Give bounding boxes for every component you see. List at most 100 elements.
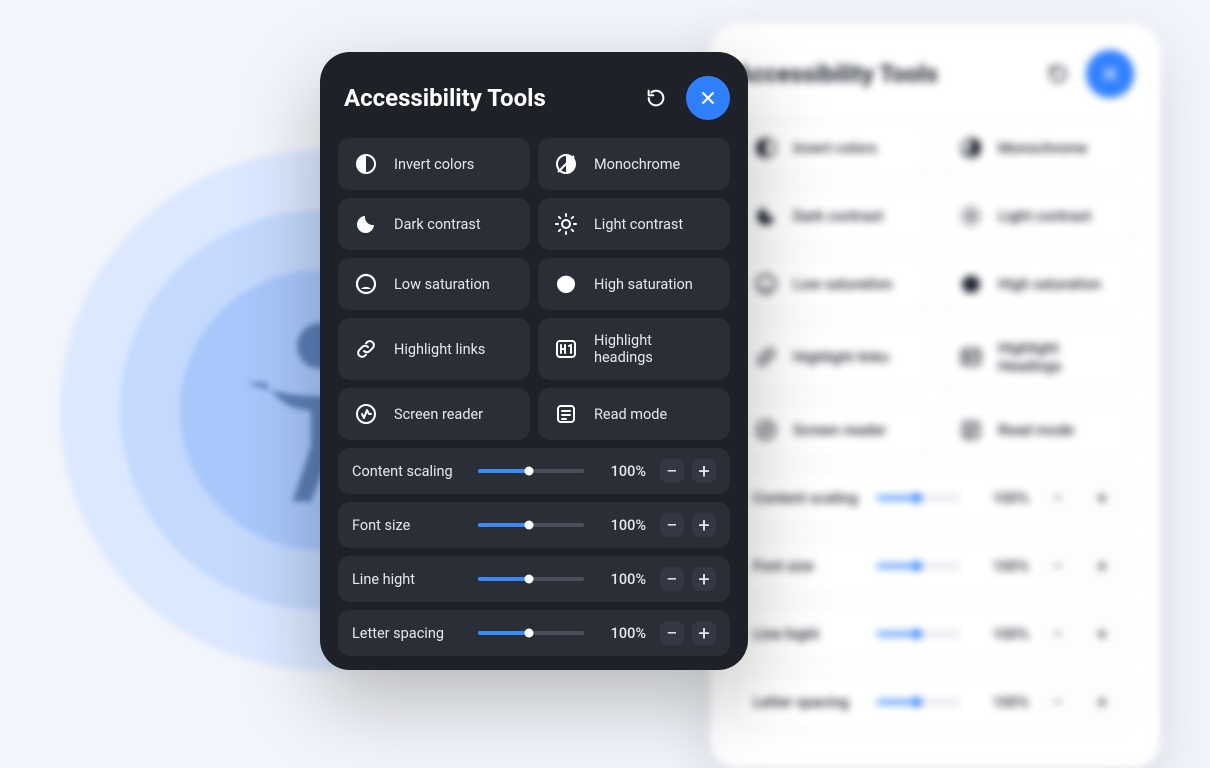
toggle-label: Screen reader	[394, 406, 483, 423]
toggle-light-contrast[interactable]: Light contrast	[538, 198, 730, 250]
toggle-low-saturation[interactable]: Low saturation	[338, 258, 530, 310]
slider-content-scaling: Content scaling100%−+	[338, 448, 730, 494]
increment-button[interactable]: +	[1087, 687, 1117, 717]
slider-thumb[interactable]	[524, 575, 533, 584]
monochrome-icon	[958, 135, 984, 161]
slider-label: Letter spacing	[753, 693, 863, 711]
increment-button[interactable]: +	[692, 567, 716, 591]
slider-label: Line hight	[753, 625, 863, 643]
toggle-label: High saturation	[594, 276, 693, 293]
reset-button[interactable]	[1044, 60, 1072, 88]
slider-letter-spacing: Letter spacing 100%−+	[736, 674, 1134, 730]
toggle-read-mode[interactable]: Read mode	[538, 388, 730, 440]
lightcontrast-icon	[554, 212, 578, 236]
toggle-screen-reader[interactable]: Screen reader	[736, 402, 929, 458]
slider-thumb[interactable]	[524, 521, 533, 530]
readmode-icon	[554, 402, 578, 426]
slider-value: 100%	[974, 625, 1029, 643]
toggle-highlight-headings[interactable]: Highlight Headings	[941, 324, 1134, 390]
slider-value: 100%	[974, 489, 1029, 507]
decrement-button[interactable]: −	[660, 459, 684, 483]
toggle-invert-colors[interactable]: Invert colors	[338, 138, 530, 190]
toggle-light-contrast[interactable]: Light contrast	[941, 188, 1134, 244]
increment-button[interactable]: +	[1087, 619, 1117, 649]
reset-icon	[645, 87, 667, 109]
toggle-label: Screen reader	[793, 421, 886, 439]
slider-value: 100%	[974, 557, 1029, 575]
toggle-highlight-links[interactable]: Highlight links	[736, 324, 929, 390]
reset-button[interactable]	[642, 84, 670, 112]
slider-font-size: Font size 100%−+	[736, 538, 1134, 594]
increment-button[interactable]: +	[692, 459, 716, 483]
toggle-invert-colors[interactable]: Invert colors	[736, 120, 929, 176]
panel-title: Accessibility Tools	[736, 60, 938, 88]
decrement-button[interactable]: −	[660, 567, 684, 591]
toggle-label: Low saturation	[394, 276, 490, 293]
slider-track[interactable]	[478, 631, 584, 635]
toggle-highlight-headings[interactable]: Highlight headings	[538, 318, 730, 380]
slider-track[interactable]	[877, 564, 960, 568]
toggle-high-saturation[interactable]: High saturation	[941, 256, 1134, 312]
slider-thumb[interactable]	[524, 467, 533, 476]
increment-button[interactable]: +	[692, 513, 716, 537]
link-icon	[753, 344, 779, 370]
slider-thumb[interactable]	[912, 629, 922, 639]
toggle-screen-reader[interactable]: Screen reader	[338, 388, 530, 440]
toggle-label: Monochrome	[998, 139, 1087, 157]
toggle-label: Dark contrast	[793, 207, 883, 225]
slider-font-size: Font size100%−+	[338, 502, 730, 548]
slider-thumb[interactable]	[912, 697, 922, 707]
close-button[interactable]	[686, 76, 730, 120]
slider-track[interactable]	[877, 632, 960, 636]
toggle-label: Invert colors	[394, 156, 474, 173]
slider-track[interactable]	[478, 469, 584, 473]
slider-value: 100%	[974, 693, 1029, 711]
slider-track[interactable]	[877, 496, 960, 500]
slider-label: Font size	[352, 517, 464, 534]
toggle-monochrome[interactable]: Monochrome	[941, 120, 1134, 176]
toggle-highlight-links[interactable]: Highlight links	[338, 318, 530, 380]
toggle-dark-contrast[interactable]: Dark contrast	[736, 188, 929, 244]
slider-thumb[interactable]	[912, 493, 922, 503]
increment-button[interactable]: +	[692, 621, 716, 645]
toggle-monochrome[interactable]: Monochrome	[538, 138, 730, 190]
toggle-low-saturation[interactable]: Low saturation	[736, 256, 929, 312]
toggle-label: Monochrome	[594, 156, 680, 173]
slider-track[interactable]	[478, 577, 584, 581]
toggle-dark-contrast[interactable]: Dark contrast	[338, 198, 530, 250]
lowsat-icon	[753, 271, 779, 297]
slider-thumb[interactable]	[524, 629, 533, 638]
close-button[interactable]	[1086, 50, 1134, 98]
decrement-button[interactable]: −	[1043, 619, 1073, 649]
slider-label: Letter spacing	[352, 625, 464, 642]
invert-icon	[354, 152, 378, 176]
toggle-label: Highlight links	[394, 341, 485, 358]
decrement-button[interactable]: −	[660, 513, 684, 537]
highsat-icon	[958, 271, 984, 297]
close-icon	[1099, 63, 1121, 85]
reader-icon	[753, 417, 779, 443]
decrement-button[interactable]: −	[1043, 483, 1073, 513]
toggle-label: Light contrast	[998, 207, 1091, 225]
slider-content-scaling: Content scaling100%−+	[736, 470, 1134, 526]
slider-thumb[interactable]	[912, 561, 922, 571]
toggle-high-saturation[interactable]: High saturation	[538, 258, 730, 310]
slider-label: Content scaling	[352, 463, 464, 480]
readmode-icon	[958, 417, 984, 443]
slider-label: Line hight	[352, 571, 464, 588]
lightcontrast-icon	[958, 203, 984, 229]
h1-icon	[554, 337, 578, 361]
decrement-button[interactable]: −	[660, 621, 684, 645]
slider-label: Font size	[753, 557, 863, 575]
slider-track[interactable]	[877, 700, 960, 704]
increment-button[interactable]: +	[1087, 551, 1117, 581]
darkcontrast-icon	[753, 203, 779, 229]
increment-button[interactable]: +	[1087, 483, 1117, 513]
toggle-label: Highlight Headings	[998, 339, 1117, 375]
highsat-icon	[554, 272, 578, 296]
decrement-button[interactable]: −	[1043, 687, 1073, 717]
slider-track[interactable]	[478, 523, 584, 527]
toggle-read-mode[interactable]: Read mode	[941, 402, 1134, 458]
decrement-button[interactable]: −	[1043, 551, 1073, 581]
slider-line-hight: Line hight 100%−+	[736, 606, 1134, 662]
